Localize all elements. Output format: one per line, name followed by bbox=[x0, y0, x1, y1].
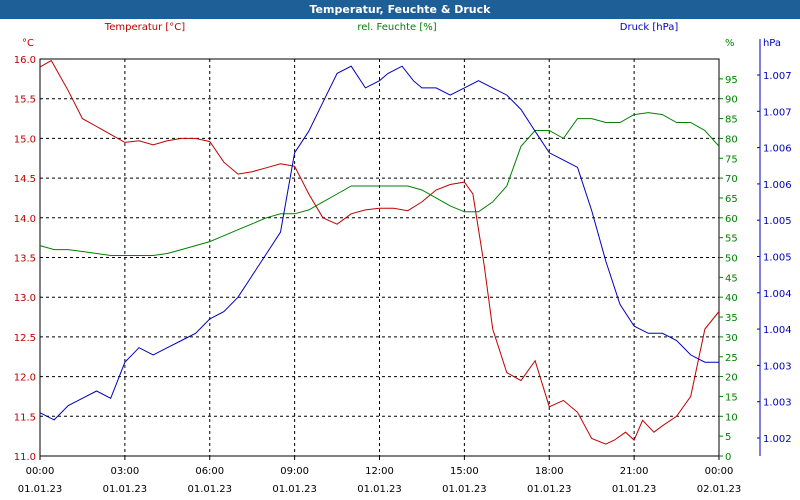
y-tick-pressure: 1.002 bbox=[763, 434, 792, 445]
chart-grid bbox=[39, 39, 761, 460]
x-tick-time: 06:00 bbox=[195, 466, 224, 477]
x-tick-time: 18:00 bbox=[535, 466, 564, 477]
chart-area: 11.0 11.5 12.0 12.5 13.0 13.5 14.0 14.5 15.0 15.5… bbox=[14, 22, 792, 495]
x-tick-time: 00:00 bbox=[26, 466, 55, 477]
y-tick-temperature: 14.5 bbox=[14, 174, 36, 185]
temperature-axis-label: Temperatur [°C] bbox=[104, 22, 185, 33]
x-tick-time: 00:00 bbox=[705, 466, 734, 477]
y-tick-humidity: 75 bbox=[725, 154, 738, 165]
y-tick-temperature: 15.0 bbox=[14, 134, 36, 145]
y-tick-humidity: 65 bbox=[725, 194, 738, 205]
y-tick-humidity: 20 bbox=[725, 373, 738, 384]
y-tick-humidity: 70 bbox=[725, 174, 738, 185]
pressure-axis-label: Druck [hPa] bbox=[620, 22, 679, 33]
x-tick-date: 02.01.23 bbox=[697, 484, 742, 495]
y-tick-temperature: 12.5 bbox=[14, 333, 36, 344]
y-tick-humidity: 40 bbox=[725, 293, 738, 304]
y-tick-pressure: 1.005 bbox=[763, 216, 792, 227]
x-tick-time: 21:00 bbox=[620, 466, 649, 477]
y-tick-temperature: 11.5 bbox=[14, 412, 36, 423]
y-tick-pressure: 1.003 bbox=[763, 361, 792, 372]
y-tick-pressure: 1.004 bbox=[763, 325, 792, 336]
temperature-unit: °C bbox=[22, 38, 34, 49]
x-tick-time: 03:00 bbox=[110, 466, 139, 477]
y-tick-humidity: 45 bbox=[725, 273, 738, 284]
y-tick-temperature: 14.0 bbox=[14, 214, 36, 225]
y-tick-humidity: 90 bbox=[725, 95, 738, 106]
humidity-axis-label: rel. Feuchte [%] bbox=[357, 22, 436, 33]
x-tick-date: 01.01.23 bbox=[527, 484, 572, 495]
y-tick-humidity: 60 bbox=[725, 214, 738, 225]
y-tick-pressure: 1.006 bbox=[763, 144, 792, 155]
y-tick-humidity: 95 bbox=[725, 75, 738, 86]
window-title: Temperatur, Feuchte & Druck bbox=[0, 0, 800, 19]
y-tick-pressure: 1.005 bbox=[763, 253, 792, 264]
y-tick-humidity: 85 bbox=[725, 115, 738, 126]
y-tick-temperature: 15.5 bbox=[14, 95, 36, 106]
y-tick-humidity: 55 bbox=[725, 234, 738, 245]
x-tick-date: 01.01.23 bbox=[272, 484, 317, 495]
y-tick-temperature: 11.0 bbox=[14, 452, 36, 463]
x-tick-date: 01.01.23 bbox=[187, 484, 232, 495]
y-tick-humidity: 80 bbox=[725, 134, 738, 145]
y-tick-pressure: 1.007 bbox=[763, 107, 792, 118]
y-tick-humidity: 5 bbox=[725, 432, 731, 443]
y-tick-humidity: 50 bbox=[725, 254, 738, 265]
y-tick-humidity: 30 bbox=[725, 333, 738, 344]
y-tick-temperature: 12.0 bbox=[14, 373, 36, 384]
y-tick-pressure: 1.007 bbox=[763, 71, 792, 82]
y-tick-humidity: 10 bbox=[725, 412, 738, 423]
y-tick-humidity: 35 bbox=[725, 313, 738, 324]
x-tick-date: 01.01.23 bbox=[18, 484, 63, 495]
y-tick-humidity: 0 bbox=[725, 452, 731, 463]
x-tick-time: 15:00 bbox=[450, 466, 479, 477]
y-tick-pressure: 1.003 bbox=[763, 398, 792, 409]
x-tick-time: 12:00 bbox=[365, 466, 394, 477]
pressure-unit: hPa bbox=[763, 38, 781, 49]
x-tick-date: 01.01.23 bbox=[612, 484, 657, 495]
x-tick-date: 01.01.23 bbox=[103, 484, 148, 495]
humidity-unit: % bbox=[725, 38, 735, 49]
y-tick-pressure: 1.004 bbox=[763, 289, 792, 300]
y-tick-temperature: 16.0 bbox=[14, 55, 36, 66]
y-tick-pressure: 1.006 bbox=[763, 180, 792, 191]
x-tick-date: 01.01.23 bbox=[442, 484, 487, 495]
x-tick-date: 01.01.23 bbox=[357, 484, 402, 495]
y-tick-humidity: 25 bbox=[725, 353, 738, 364]
y-tick-temperature: 13.5 bbox=[14, 254, 36, 265]
y-tick-humidity: 15 bbox=[725, 392, 738, 403]
y-tick-temperature: 13.0 bbox=[14, 293, 36, 304]
x-tick-time: 09:00 bbox=[280, 466, 309, 477]
